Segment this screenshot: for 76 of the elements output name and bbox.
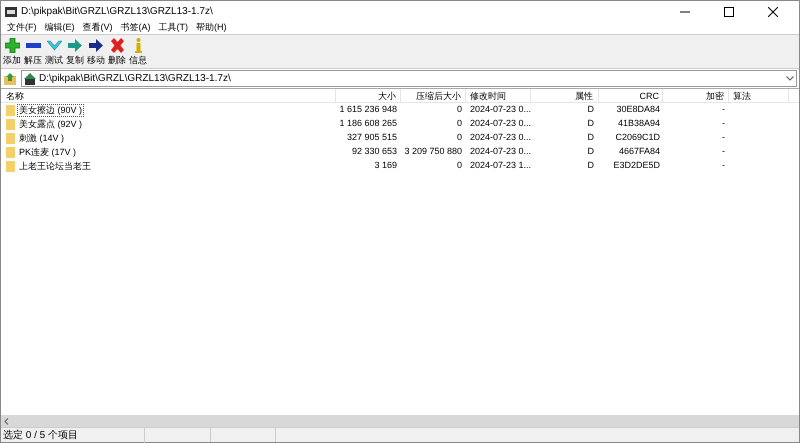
checkmark-icon: [46, 38, 62, 53]
toolbar-button[interactable]: 复制: [65, 38, 85, 65]
table-cell-text: 92 330 653: [352, 145, 397, 158]
table-cell-text: C2069C1D: [615, 131, 660, 144]
folder-icon: [6, 118, 15, 130]
file-name[interactable]: 上老王论坛当老王: [17, 160, 93, 172]
table-cell-text: -: [722, 159, 725, 172]
delete-x-icon: [110, 38, 124, 53]
toolbar-button[interactable]: 测试: [44, 38, 64, 65]
table-cell-text: 41B38A94: [618, 117, 660, 130]
table-cell-text: D: [588, 117, 594, 130]
table-cell-text: D: [588, 145, 594, 158]
column-header[interactable]: 加密: [663, 88, 729, 102]
table-cell-text: -: [722, 145, 725, 158]
window-title: D:\pikpak\Bit\GRZL\GRZL13\GRZL13-1.7z\: [21, 5, 213, 19]
folder-icon: [6, 160, 15, 172]
table-cell-text: E3D2DE5D: [613, 159, 660, 172]
column-header[interactable]: 属性: [531, 88, 599, 102]
toolbar-button[interactable]: 解压: [23, 38, 43, 65]
table-cell-text: -: [722, 131, 725, 144]
menu-item[interactable]: 帮助(H): [192, 21, 230, 35]
right-arrow-icon: [68, 38, 82, 53]
table-cell-text: 2024-07-23 0...: [470, 103, 532, 116]
table-cell-text: 2024-07-23 0...: [470, 131, 532, 144]
file-name[interactable]: 美女擦边 (90V ): [17, 104, 84, 116]
table-cell-text: 0: [456, 131, 462, 144]
address-field[interactable]: D:\pikpak\Bit\GRZL\GRZL13\GRZL13-1.7z\: [21, 70, 797, 87]
table-cell-text: 1 615 236 948: [339, 103, 397, 116]
table-cell-text: 2024-07-23 1...: [470, 159, 532, 172]
scroll-left-icon[interactable]: [4, 418, 9, 424]
folder-icon: [6, 132, 15, 144]
table-cell-text: D: [588, 159, 594, 172]
table-cell-text: 0: [456, 117, 462, 130]
up-folder-icon[interactable]: [3, 72, 17, 84]
toolbar-button[interactable]: 删除: [107, 38, 127, 65]
table-cell-text: 2024-07-23 0...: [470, 145, 532, 158]
toolbar-button[interactable]: 信息: [128, 38, 148, 65]
table-cell-text: 2024-07-23 0...: [470, 117, 532, 130]
table-cell-text: -: [722, 103, 725, 116]
app-icon: [5, 6, 17, 16]
folder-icon: [6, 104, 15, 116]
file-name[interactable]: 美女露点 (92V ): [17, 118, 84, 130]
menu-item[interactable]: 查看(V): [78, 21, 116, 35]
table-cell-text: D: [588, 131, 594, 144]
column-header[interactable]: 修改时间: [466, 88, 531, 102]
right-arrow-icon: [88, 38, 104, 53]
column-header[interactable]: 名称: [1, 88, 336, 102]
menu-item[interactable]: 书签(A): [116, 21, 154, 35]
toolbar-button[interactable]: 添加: [2, 38, 22, 65]
horizontal-scrollbar[interactable]: [1, 415, 799, 427]
table-cell-text: 1 186 608 265: [339, 117, 397, 130]
menu-item[interactable]: 工具(T): [154, 21, 192, 35]
table-cell-text: 3 169: [374, 159, 397, 172]
table-cell-text: 3 209 750 880: [404, 145, 462, 158]
toolbar-button[interactable]: 移动: [86, 38, 106, 65]
column-header[interactable]: 算法: [729, 88, 789, 102]
table-cell-text: 30E8DA84: [616, 103, 660, 116]
column-header[interactable]: 大小: [336, 88, 401, 102]
close-icon: [768, 6, 778, 16]
column-header[interactable]: CRC: [599, 88, 663, 102]
column-header[interactable]: 压缩后大小: [401, 88, 466, 102]
maximize-icon: [724, 6, 734, 16]
folder-icon: [6, 146, 15, 158]
dropdown-caret-icon[interactable]: [786, 76, 794, 81]
file-name[interactable]: 刺激 (14V ): [17, 132, 66, 144]
table-cell-text: D: [588, 103, 594, 116]
table-cell-text: 4667FA84: [618, 145, 660, 158]
table-cell-text: 327 905 515: [346, 131, 397, 144]
table-cell-text: 0: [456, 159, 462, 172]
menu-item[interactable]: 文件(F): [3, 21, 40, 35]
menu-item[interactable]: 编辑(E): [40, 21, 78, 35]
table-cell-text: 0: [456, 103, 462, 116]
plus-icon: [4, 38, 20, 53]
status-text: 选定 0 / 5 个项目: [1, 428, 145, 442]
file-name[interactable]: PK连麦 (17V ): [17, 146, 78, 158]
table-cell-text: -: [722, 117, 725, 130]
